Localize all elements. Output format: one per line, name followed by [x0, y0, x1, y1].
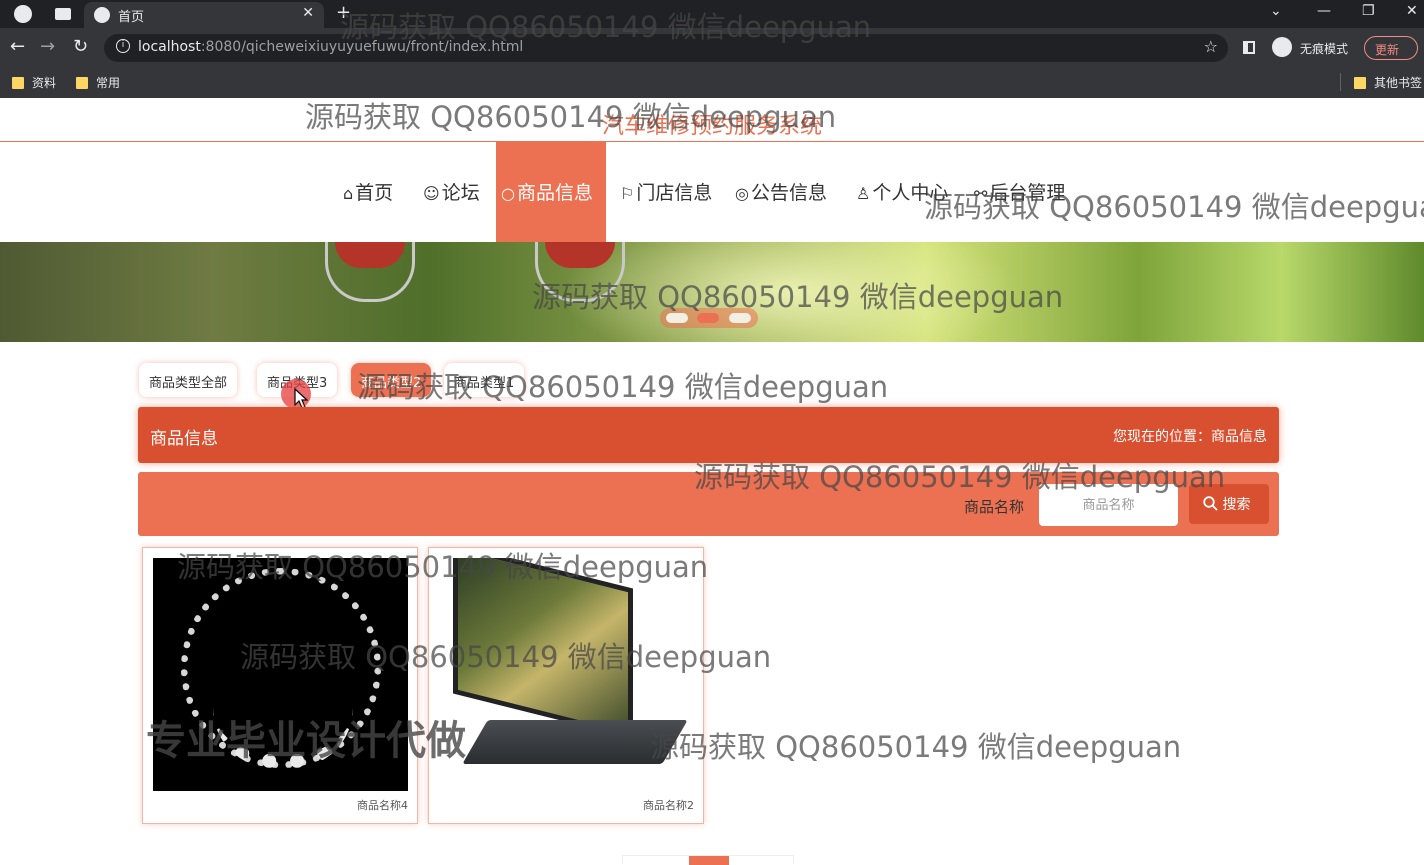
address-bar[interactable]: i localhost:8080/qicheweixiuyuyuefuwu/fr… — [104, 34, 1228, 62]
nav-profile[interactable]: ♙ 个人中心 — [856, 142, 948, 242]
folder-icon — [12, 77, 24, 89]
tab-search-icon[interactable] — [55, 8, 71, 20]
bookmark-folder[interactable]: 常用 — [76, 74, 120, 91]
carousel-dot-active[interactable] — [697, 313, 719, 323]
search-button[interactable]: 搜索 — [1189, 484, 1269, 524]
minimize-icon[interactable]: — — [1317, 3, 1331, 19]
search-icon — [1203, 496, 1218, 511]
home-icon: ⌂ — [343, 184, 354, 203]
nav-stores[interactable]: ⚐ 门店信息 — [620, 142, 712, 242]
breadcrumb-location: 您现在的位置：商品信息 — [1113, 429, 1267, 445]
carousel-dot[interactable] — [729, 313, 751, 323]
product-name: 商品名称4 — [357, 799, 408, 812]
main-nav: ⌂ 首页 ☺ 论坛 ○ 商品信息 ⚐ 门店信息 ◎ 公告信息 ♙ 个人中心 ⚯ 后台管理 — [0, 142, 1424, 242]
incognito-label: 无痕模式 — [1300, 42, 1349, 56]
link-icon: ⚯ — [974, 184, 988, 203]
search-bar: 商品名称 搜索 — [138, 472, 1279, 536]
bookmarks-bar: 资料 常用 其他书签 — [0, 68, 1424, 98]
site-info-icon[interactable]: i — [116, 39, 130, 53]
nav-notices[interactable]: ◎ 公告信息 — [735, 142, 827, 242]
nav-home[interactable]: ⌂ 首页 — [343, 142, 393, 242]
restore-icon[interactable]: ❐ — [1362, 3, 1375, 19]
side-panel-icon[interactable] — [1243, 41, 1255, 54]
incognito-icon — [1272, 37, 1292, 57]
pagination — [622, 855, 794, 865]
bookmark-folder[interactable]: 资料 — [12, 74, 56, 91]
tab-title: 首页 — [118, 10, 145, 25]
product-image-laptop[interactable] — [439, 558, 694, 791]
necklace-gems — [213, 708, 353, 768]
forum-icon: ☺ — [423, 184, 440, 203]
folder-icon — [1354, 77, 1366, 89]
nav-forum[interactable]: ☺ 论坛 — [423, 142, 480, 242]
new-tab-button[interactable]: + — [336, 2, 351, 23]
forward-icon[interactable]: → — [40, 36, 55, 57]
site-title: 汽车维修预约服务系统 — [0, 100, 1424, 142]
search-label: 商品名称 — [964, 498, 1025, 516]
update-button[interactable]: 更新 — [1364, 36, 1418, 60]
close-tab-icon[interactable]: ✕ — [302, 5, 314, 21]
garden-chair — [325, 242, 415, 302]
product-card[interactable]: 商品名称4 — [142, 547, 418, 824]
product-image-necklace[interactable] — [153, 558, 408, 791]
nav-admin[interactable]: ⚯ 后台管理 — [974, 142, 1065, 242]
globe-icon — [94, 7, 110, 23]
browser-tab-bar: 首页 ✕ + ⌄ — ❐ ✕ — [0, 0, 1424, 28]
bookmark-star-icon[interactable]: ☆ — [1204, 37, 1218, 56]
tab-list-icon[interactable]: ⌄ — [1270, 3, 1282, 19]
carousel-indicators — [660, 308, 758, 328]
watermark: 源码获取 QQ86050149 微信deepguan — [650, 730, 1182, 764]
breadcrumb-bar: 商品信息 您现在的位置：商品信息 — [138, 407, 1279, 463]
watermark: 源码获取 QQ86050149 微信deepguan — [357, 370, 889, 404]
bookmarks-divider — [1340, 73, 1341, 91]
back-icon[interactable]: ← — [10, 36, 25, 57]
address-toolbar: ← → ↻ i localhost:8080/qicheweixiuyuyuef… — [0, 28, 1424, 68]
laptop-screen — [453, 558, 633, 739]
reload-icon[interactable]: ↻ — [73, 36, 88, 57]
carousel-dot[interactable] — [666, 313, 688, 323]
section-heading: 商品信息 — [150, 429, 218, 449]
browser-tab-home[interactable]: 首页 ✕ — [84, 2, 324, 28]
url-text[interactable]: localhost:8080/qicheweixiuyuyuefuwu/fron… — [138, 39, 523, 55]
other-bookmarks[interactable]: 其他书签 — [1354, 74, 1422, 91]
category-all[interactable]: 商品类型全部 — [139, 363, 238, 397]
nav-products[interactable]: ○ 商品信息 — [496, 142, 606, 242]
category-type2[interactable]: 商品类型2 — [351, 363, 432, 397]
user-icon: ♙ — [856, 184, 871, 203]
product-icon: ○ — [501, 184, 515, 203]
category-type1[interactable]: 商品类型1 — [444, 363, 525, 397]
notice-icon: ◎ — [735, 184, 749, 203]
profile-icon[interactable] — [14, 5, 32, 23]
folder-icon — [76, 77, 88, 89]
laptop-base — [462, 720, 688, 764]
banner-light — [560, 242, 1020, 342]
product-card[interactable]: 商品名称2 — [428, 547, 704, 824]
close-window-icon[interactable]: ✕ — [1406, 3, 1418, 19]
product-name: 商品名称2 — [643, 799, 694, 812]
product-name-input[interactable] — [1039, 484, 1178, 526]
flag-icon: ⚐ — [620, 184, 635, 203]
